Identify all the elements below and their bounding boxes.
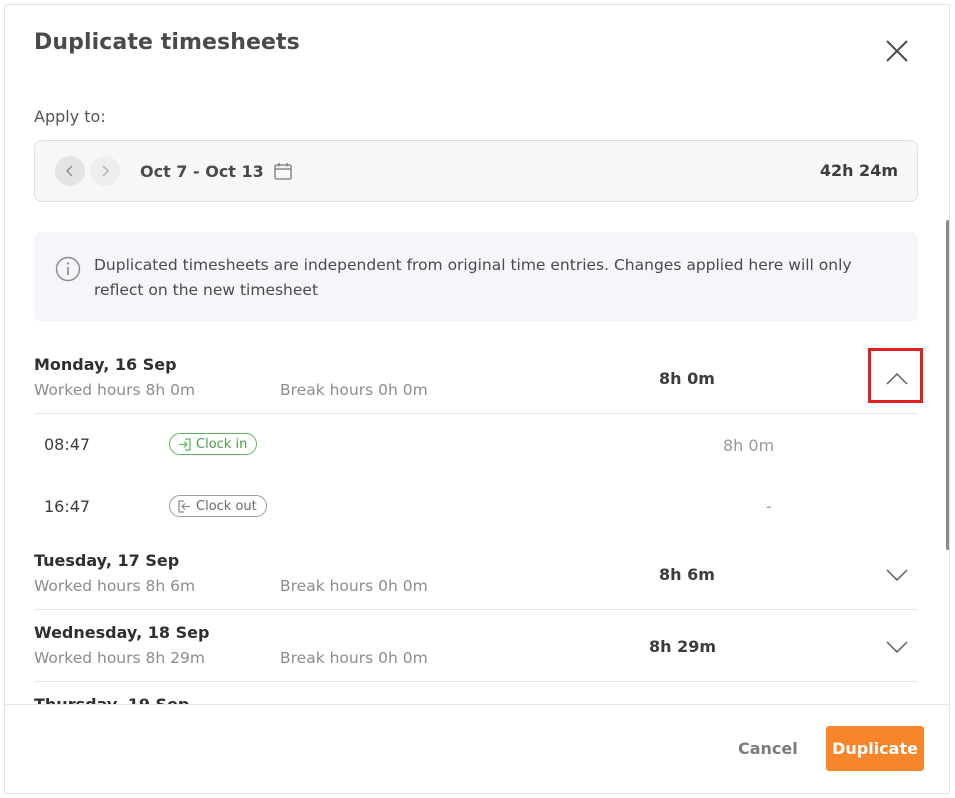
chevron-down-icon[interactable] — [885, 563, 909, 587]
day-row-thursday[interactable]: Thursday, 19 Sep — [34, 693, 918, 704]
entry-duration: 8h 0m — [723, 436, 775, 455]
highlight-box — [868, 348, 923, 403]
clock-in-icon — [179, 437, 191, 451]
clock-in-tag: Clock in — [169, 433, 258, 455]
day-name: Thursday, 19 Sep — [34, 695, 189, 704]
clock-in-label: Clock in — [196, 436, 248, 452]
dialog-title: Duplicate timesheets — [34, 30, 300, 55]
day-total-hours: 8h 29m — [649, 637, 717, 656]
entry-duration: - — [766, 497, 772, 516]
info-icon — [55, 256, 81, 282]
previous-week-button[interactable] — [55, 156, 85, 186]
duplicate-button[interactable]: Duplicate — [826, 726, 924, 771]
info-banner: Duplicated timesheets are independent fr… — [34, 232, 918, 322]
clock-out-icon — [178, 499, 190, 513]
apply-to-label: Apply to: — [34, 107, 106, 126]
day-name: Tuesday, 17 Sep — [34, 551, 180, 570]
close-icon[interactable] — [881, 35, 913, 67]
break-hours: Break hours 0h 0m — [280, 577, 428, 595]
worked-hours: Worked hours 8h 0m — [34, 381, 196, 399]
day-name: Wednesday, 18 Sep — [34, 623, 210, 642]
cancel-button[interactable]: Cancel — [738, 739, 798, 758]
entry-time: 08:47 — [44, 435, 91, 454]
day-total-hours: 8h 6m — [659, 565, 715, 584]
clock-out-label: Clock out — [196, 498, 257, 514]
week-range: Oct 7 - Oct 13 — [140, 162, 264, 181]
day-name: Monday, 16 Sep — [34, 355, 177, 374]
divider — [34, 413, 918, 414]
week-selector: Oct 7 - Oct 13 42h 24m — [34, 140, 918, 202]
scrollbar[interactable] — [946, 220, 949, 550]
info-text: Duplicated timesheets are independent fr… — [94, 256, 852, 299]
worked-hours: Worked hours 8h 6m — [34, 577, 196, 595]
entry-time: 16:47 — [44, 497, 91, 516]
worked-hours: Worked hours 8h 29m — [34, 649, 205, 667]
day-total-hours: 8h 0m — [659, 369, 715, 388]
next-week-button[interactable] — [90, 156, 120, 186]
clock-out-tag: Clock out — [169, 495, 267, 517]
calendar-icon[interactable] — [273, 161, 293, 181]
chevron-down-icon[interactable] — [885, 635, 909, 659]
divider — [34, 609, 918, 610]
duplicate-timesheets-dialog: Duplicate timesheets Apply to: Oct 7 - O… — [4, 4, 950, 794]
week-total-hours: 42h 24m — [819, 161, 898, 180]
chevron-right-icon — [102, 165, 109, 177]
break-hours: Break hours 0h 0m — [280, 649, 428, 667]
footer-divider — [5, 704, 949, 705]
break-hours: Break hours 0h 0m — [280, 381, 428, 399]
divider — [34, 681, 918, 682]
chevron-left-icon — [66, 165, 73, 177]
